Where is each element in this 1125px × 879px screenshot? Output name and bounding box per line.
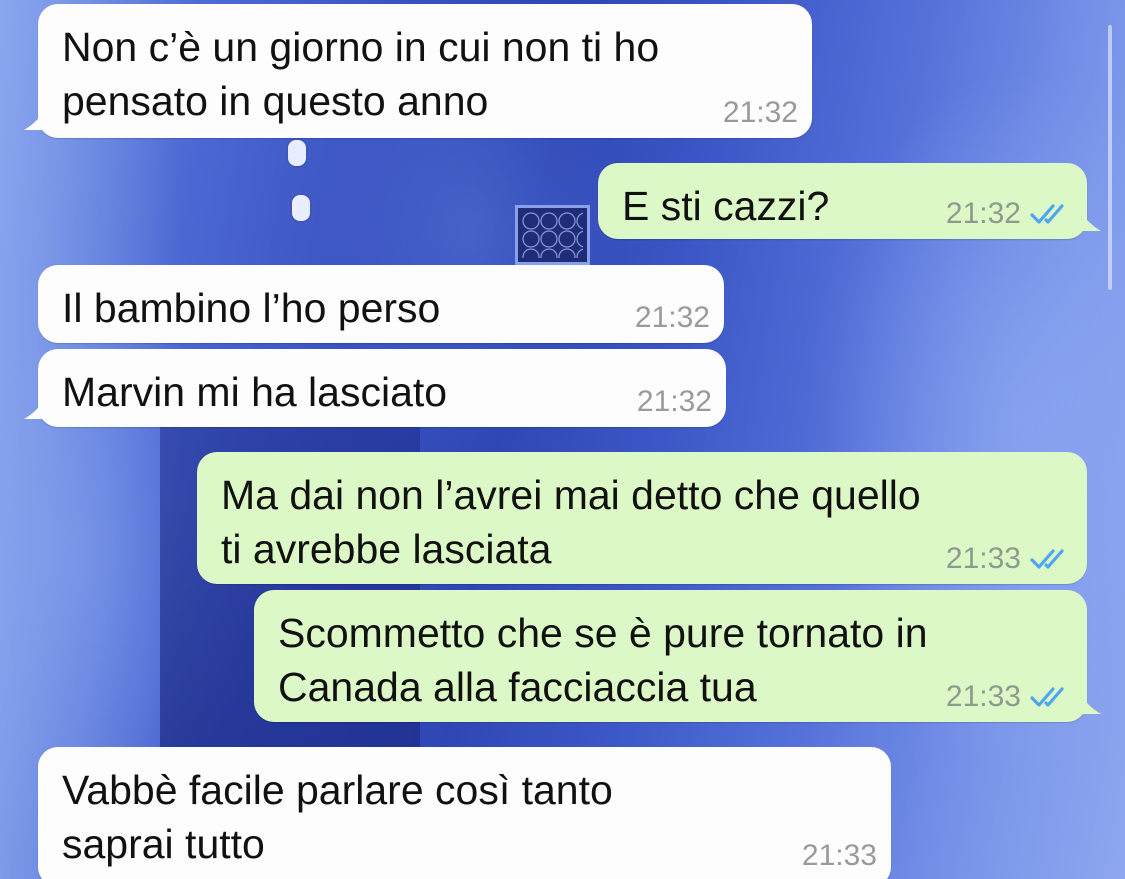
incoming-message-bubble[interactable]: Vabbè facile parlare così tanto saprai t… [38,747,891,879]
bubble-tail-icon [24,397,46,419]
message-timestamp: 21:33 [945,542,1021,575]
message-text: Il bambino l’ho perso [62,285,441,331]
message-text: Vabbè facile parlare così tanto saprai t… [62,767,613,867]
bubble-tail-icon [1079,692,1101,714]
incoming-message-bubble[interactable]: Il bambino l’ho perso 21:32 [38,265,724,343]
incoming-message-bubble[interactable]: Non c’è un giorno in cui non ti ho pensa… [24,4,812,138]
message-timestamp: 21:33 [945,680,1021,713]
outgoing-message-bubble[interactable]: E sti cazzi? 21:32 [598,163,1101,239]
message-timestamp: 21:32 [945,197,1021,230]
message-timestamp: 21:32 [634,301,710,334]
double-check-read-icon [1029,684,1073,710]
message-timestamp: 21:32 [722,96,798,129]
message-text: Non c’è un giorno in cui non ti ho pensa… [62,24,660,124]
message-timestamp: 21:33 [801,839,877,872]
message-text: Ma dai non l’avrei mai detto che quello … [221,472,921,572]
bubble-tail-icon [24,108,46,130]
double-check-read-icon [1029,201,1073,227]
double-check-read-icon [1029,546,1073,572]
outgoing-message-bubble[interactable]: Ma dai non l’avrei mai detto che quello … [197,452,1087,584]
message-timestamp: 21:32 [636,385,712,418]
message-list[interactable]: Non c’è un giorno in cui non ti ho pensa… [0,0,1125,879]
outgoing-message-bubble[interactable]: Scommetto che se è pure tornato in Canad… [254,590,1101,722]
message-text: Marvin mi ha lasciato [62,369,448,415]
bubble-tail-icon [1079,209,1101,231]
incoming-message-bubble[interactable]: Marvin mi ha lasciato 21:32 [24,349,726,427]
